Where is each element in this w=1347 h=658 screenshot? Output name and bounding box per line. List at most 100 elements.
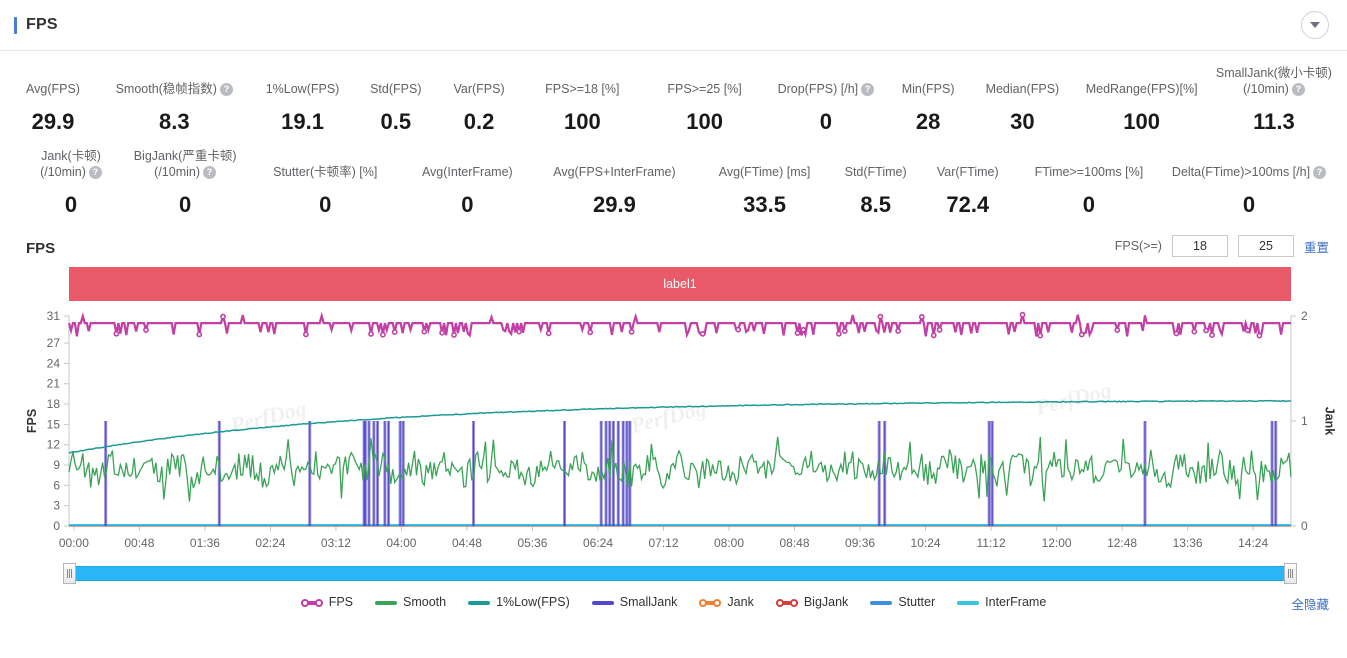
slider-handle-right[interactable]	[1284, 563, 1297, 584]
stat-item: SmallJank(微小卡顿) (/10min)? 11.3	[1215, 65, 1333, 134]
title-bar: FPS	[14, 16, 58, 34]
svg-text:12:00: 12:00	[1042, 536, 1072, 550]
legend-item-1-low-fps[interactable]: 1%Low(FPS)	[468, 595, 570, 609]
stat-value: 28	[915, 109, 941, 134]
stat-value: 0	[178, 192, 192, 217]
label-band-wrapper: label1	[0, 267, 1347, 301]
svg-text:04:00: 04:00	[386, 536, 416, 550]
legend-label: SmallJank	[619, 595, 678, 609]
help-icon[interactable]: ?	[219, 83, 233, 96]
collapse-panel-button[interactable]	[1301, 11, 1329, 39]
svg-text:01:36: 01:36	[190, 536, 220, 550]
hide-all-link[interactable]: 全隐藏	[1291, 594, 1329, 613]
grip-icon	[1288, 569, 1293, 578]
stat-item: Var(FPS) 0.2	[443, 82, 515, 134]
svg-text:0: 0	[53, 519, 60, 533]
stat-label: MedRange(FPS)[%]	[1086, 82, 1198, 97]
svg-text:12:48: 12:48	[1107, 536, 1137, 550]
stat-value: 11.3	[1253, 109, 1295, 134]
legend-marker-icon	[468, 597, 491, 608]
stats-row-secondary: Jank(卡顿) (/10min)? 0 BigJank(严重卡顿) (/10min)?…	[0, 148, 1347, 217]
stat-label-text: Var(FTime)	[936, 165, 999, 179]
slider-track[interactable]	[69, 566, 1291, 581]
legend-item-stutter[interactable]: Stutter	[870, 595, 935, 609]
legend-marker-icon	[591, 597, 614, 608]
svg-text:9: 9	[53, 458, 60, 472]
legend-marker-icon	[300, 597, 323, 608]
svg-text:18: 18	[47, 397, 61, 411]
chart-header: FPS FPS(>=) 重置	[0, 233, 1347, 263]
stats-section: Avg(FPS) 29.9 Smooth(稳帧指数)? 8.3 1%Low(FPS) 19…	[0, 51, 1347, 217]
svg-text:31: 31	[47, 309, 61, 323]
threshold-low-input[interactable]	[1171, 235, 1228, 257]
stat-label: Drop(FPS) [/h]?	[778, 82, 875, 97]
svg-text:24: 24	[47, 356, 61, 370]
legend-item-bigjank[interactable]: BigJank	[775, 595, 848, 609]
stat-item: Avg(FTime) [ms] 33.5	[701, 165, 829, 217]
stat-item: BigJank(严重卡顿) (/10min)? 0	[126, 148, 244, 217]
legend-item-jank[interactable]: Jank	[699, 595, 754, 609]
stat-item: Avg(InterFrame) 0	[406, 165, 528, 217]
stat-label-text: Stutter(卡顿率) [%]	[273, 165, 378, 179]
help-icon[interactable]: ?	[88, 165, 102, 179]
stat-item: Min(FPS) 28	[892, 82, 964, 134]
stat-item: Drop(FPS) [/h]? 0	[772, 82, 880, 134]
slider-handle-left[interactable]	[63, 563, 76, 584]
legend-item-smooth[interactable]: Smooth	[375, 595, 446, 609]
svg-text:0: 0	[1301, 519, 1308, 533]
svg-text:04:48: 04:48	[452, 536, 482, 550]
stat-label: Smooth(稳帧指数)?	[116, 82, 233, 97]
stat-label-text: Var(FPS)	[453, 82, 505, 96]
stat-label-text: 1%Low(FPS)	[265, 82, 340, 96]
svg-text:2: 2	[1301, 309, 1308, 323]
svg-text:27: 27	[47, 336, 61, 350]
reset-link[interactable]: 重置	[1304, 237, 1329, 256]
legend-label: Smooth	[403, 595, 447, 609]
stat-value: 8.5	[860, 192, 891, 217]
help-icon[interactable]: ?	[1291, 82, 1305, 96]
stat-value: 0	[819, 109, 832, 134]
svg-text:3: 3	[53, 499, 60, 513]
stat-label-line2: (/10min)?	[134, 164, 237, 180]
stat-value: 0.5	[380, 109, 412, 134]
stats-row-primary: Avg(FPS) 29.9 Smooth(稳帧指数)? 8.3 1%Low(FPS) 19…	[0, 65, 1347, 134]
stat-item: 1%Low(FPS) 19.1	[257, 82, 349, 134]
legend-item-smalljank[interactable]: SmallJank	[591, 595, 678, 609]
svg-text:10:24: 10:24	[911, 536, 941, 550]
svg-text:14:24: 14:24	[1238, 536, 1268, 550]
legend-label: 1%Low(FPS)	[496, 595, 570, 609]
legend-marker-icon	[775, 597, 798, 608]
svg-text:00:48: 00:48	[124, 536, 154, 550]
stat-item: Avg(FPS+InterFrame) 29.9	[534, 165, 694, 217]
chart-panel: FPS FPS(>=) 重置 label1 036912151821242731…	[0, 233, 1347, 613]
stat-value: 0	[461, 192, 474, 217]
svg-text:07:12: 07:12	[648, 536, 678, 550]
stat-label-text: Std(FPS)	[370, 82, 422, 96]
svg-text:21: 21	[47, 377, 61, 391]
chevron-down-icon	[1310, 22, 1320, 28]
fps-plot-svg[interactable]: 03691215182124273101200:00 00:48 01:36 02:2…	[0, 304, 1347, 559]
plot-area[interactable]: 0 3 6 9 12 15 18 21 24 27 31 0 1 2 00:00 00:48 01:36 02:2…	[0, 304, 1347, 559]
label-band[interactable]: label1	[69, 267, 1291, 301]
legend-marker-icon	[699, 597, 722, 608]
stat-label-text: Median(FPS)	[985, 82, 1060, 96]
legend-item-fps[interactable]: FPS	[300, 595, 353, 609]
stat-item: Avg(FPS) 29.9	[14, 82, 92, 134]
y2-axis-label: Jank	[1321, 406, 1336, 436]
help-icon[interactable]: ?	[203, 165, 217, 179]
stat-value: 33.5	[743, 192, 786, 217]
legend-item-interframe[interactable]: InterFrame	[957, 595, 1046, 609]
title-accent-bar	[14, 16, 17, 34]
legend-marker-icon	[870, 597, 893, 608]
stat-label-line1: BigJank(严重卡顿)	[133, 149, 237, 163]
help-icon[interactable]: ?	[861, 83, 875, 96]
chart-title: FPS	[26, 239, 56, 257]
chart-range-slider[interactable]	[63, 563, 1297, 585]
threshold-high-input[interactable]	[1237, 235, 1294, 257]
stat-value: 100	[563, 109, 601, 134]
legend-marker-icon	[375, 597, 398, 608]
help-icon[interactable]: ?	[1313, 166, 1327, 179]
legend-label: Stutter	[898, 595, 936, 609]
stat-label: Var(FTime)	[937, 165, 999, 180]
stat-label: Delta(FTime)>100ms [/h]?	[1172, 165, 1327, 180]
